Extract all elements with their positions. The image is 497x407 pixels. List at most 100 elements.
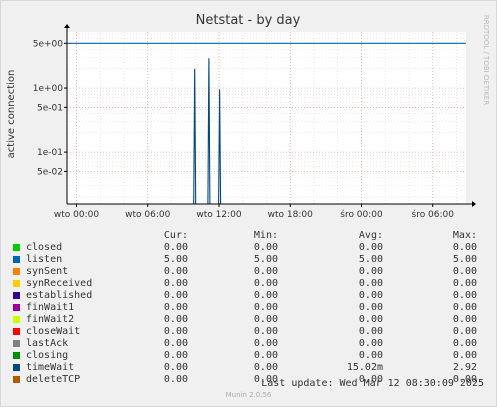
y-tick-label: 1e-01 <box>37 148 63 158</box>
header-avg: Avg: <box>358 230 383 241</box>
legend-swatch <box>13 292 20 299</box>
legend-avg: 0.00 <box>358 314 383 325</box>
legend-label: synReceived <box>26 278 93 289</box>
legend-swatch <box>13 340 20 347</box>
x-tick-label: śro 00:00 <box>340 209 383 220</box>
x-tick-label: wto 12:00 <box>196 210 241 220</box>
legend-max: 5.00 <box>452 254 477 265</box>
legend-cur: 0.00 <box>163 302 188 313</box>
legend-max: 0.00 <box>452 302 477 313</box>
last-update: Last update: Wed Mar 12 08:30:09 2025 <box>261 378 484 389</box>
legend-label: established <box>26 290 93 301</box>
legend-swatch <box>13 280 20 287</box>
legend-avg: 0.00 <box>358 242 383 253</box>
legend-max: 0.00 <box>452 266 477 277</box>
legend-swatch <box>13 352 20 359</box>
legend-label: deleteTCP <box>26 374 81 385</box>
legend-swatch <box>13 256 20 263</box>
legend-min: 0.00 <box>253 326 278 337</box>
legend-avg: 0.00 <box>358 338 383 349</box>
legend-max: 2.92 <box>452 362 477 373</box>
legend-min: 0.00 <box>253 242 278 253</box>
legend-label: closeWait <box>26 326 81 337</box>
y-tick-label: 5e+00 <box>33 39 64 49</box>
legend-rows: closed 0.00 0.00 0.00 0.00 listen 5.00 5.00 5.00… <box>0 242 497 386</box>
legend-max: 0.00 <box>452 338 477 349</box>
legend-label: listen <box>26 254 63 265</box>
legend-avg: 0.00 <box>358 290 383 301</box>
legend-max: 0.00 <box>452 350 477 361</box>
legend-avg: 0.00 <box>358 278 383 289</box>
legend-row: synReceived 0.00 0.00 0.00 0.00 <box>0 278 497 290</box>
legend-cur: 0.00 <box>163 290 188 301</box>
legend-min: 0.00 <box>253 290 278 301</box>
legend-min: 0.00 <box>253 314 278 325</box>
legend-row: timeWait 0.00 0.00 15.02m 2.92 <box>0 362 497 374</box>
legend-avg: 0.00 <box>358 302 383 313</box>
legend-swatch <box>13 244 20 251</box>
legend-swatch <box>13 328 20 335</box>
y-axis-arrow <box>64 24 70 28</box>
munin-version: Munin 2.0.56 <box>225 391 272 399</box>
x-tick-label: wto 00:00 <box>54 210 99 220</box>
header-cur: Cur: <box>163 230 188 241</box>
legend-row: listen 5.00 5.00 5.00 5.00 <box>0 254 497 266</box>
legend-avg: 0.00 <box>358 326 383 337</box>
legend-max: 0.00 <box>452 314 477 325</box>
legend-max: 0.00 <box>452 290 477 301</box>
netstat-chart: Netstat - by day RRDTOOL / TOBI OETIKER … <box>6 13 490 220</box>
legend-row: closed 0.00 0.00 0.00 0.00 <box>0 242 497 254</box>
legend-swatch <box>13 376 20 383</box>
header-min: Min: <box>253 230 278 241</box>
y-tick-label: 5e-02 <box>37 167 63 177</box>
legend-row: closeWait 0.00 0.00 0.00 0.00 <box>0 326 497 338</box>
legend-avg: 15.02m <box>346 362 383 373</box>
legend-label: finWait2 <box>26 314 75 325</box>
x-axis-arrow <box>472 201 476 207</box>
legend-cur: 0.00 <box>163 314 188 325</box>
legend-row: finWait1 0.00 0.00 0.00 0.00 <box>0 302 497 314</box>
legend-cur: 0.00 <box>163 326 188 337</box>
legend-max: 0.00 <box>452 326 477 337</box>
plot-area <box>67 32 466 204</box>
legend-row: established 0.00 0.00 0.00 0.00 <box>0 290 497 302</box>
legend-min: 0.00 <box>253 302 278 313</box>
legend-avg: 0.00 <box>358 266 383 277</box>
legend-cur: 0.00 <box>163 242 188 253</box>
legend-cur: 0.00 <box>163 350 188 361</box>
legend-avg: 0.00 <box>358 350 383 361</box>
legend-min: 0.00 <box>253 338 278 349</box>
legend-header: Cur: Min: Avg: Max: <box>0 230 497 242</box>
y-tick-label: 1e+00 <box>33 84 64 94</box>
legend-min: 0.00 <box>253 266 278 277</box>
legend-cur: 0.00 <box>163 278 188 289</box>
legend-row: synSent 0.00 0.00 0.00 0.00 <box>0 266 497 278</box>
legend-cur: 0.00 <box>163 374 188 385</box>
legend-min: 0.00 <box>253 278 278 289</box>
header-max: Max: <box>452 230 477 241</box>
legend-label: synSent <box>26 266 69 277</box>
legend-label: finWait1 <box>26 302 75 313</box>
legend-swatch <box>13 268 20 275</box>
x-tick-label: śro 06:00 <box>412 209 455 220</box>
legend-label: timeWait <box>26 362 75 373</box>
x-tick-label: wto 18:00 <box>268 210 313 220</box>
chart-title: Netstat - by day <box>196 13 301 28</box>
legend-max: 0.00 <box>452 242 477 253</box>
legend-max: 0.00 <box>452 278 477 289</box>
x-tick-label: wto 06:00 <box>125 210 170 220</box>
legend-label: closed <box>26 242 63 253</box>
legend-row: lastAck 0.00 0.00 0.00 0.00 <box>0 338 497 350</box>
legend-cur: 0.00 <box>163 338 188 349</box>
legend-row: finWait2 0.00 0.00 0.00 0.00 <box>0 314 497 326</box>
legend-label: closing <box>26 350 69 361</box>
legend-min: 0.00 <box>253 350 278 361</box>
legend-swatch <box>13 304 20 311</box>
rrdtool-credit: RRDTOOL / TOBI OETIKER <box>482 15 490 105</box>
legend-swatch <box>13 316 20 323</box>
legend-min: 0.00 <box>253 362 278 373</box>
legend-table: Cur: Min: Avg: Max: closed 0.00 0.00 0.00 0.… <box>0 230 497 386</box>
legend-cur: 0.00 <box>163 362 188 373</box>
legend-avg: 5.00 <box>358 254 383 265</box>
legend-min: 5.00 <box>253 254 278 265</box>
